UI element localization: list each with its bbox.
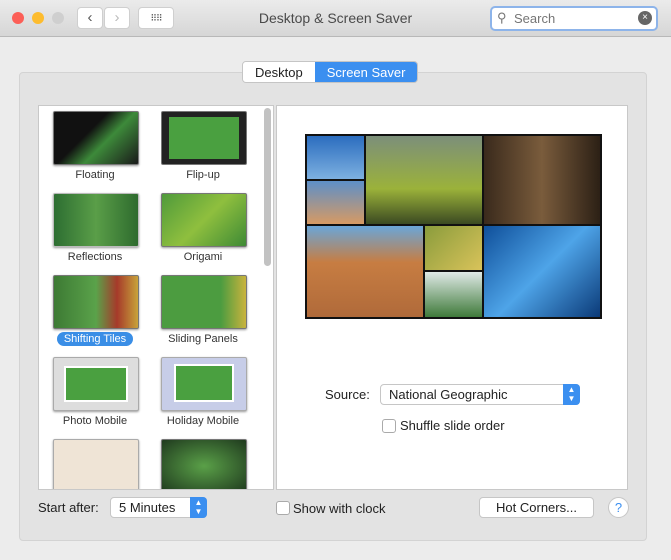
tab-screen-saver[interactable]: Screen Saver [314,62,418,82]
source-popup[interactable]: National Geographic ▲ ▼ [380,384,580,405]
show-clock-label: Show with clock [293,501,386,516]
saver-origami[interactable]: Origami [149,189,257,267]
help-button[interactable]: ? [608,497,629,518]
updown-arrows-icon: ▲ ▼ [563,384,580,405]
tab-desktop[interactable]: Desktop [243,62,315,82]
saver-shifting-tiles[interactable]: Shifting Tiles [41,271,149,349]
saver-item-9[interactable] [41,435,149,489]
saver-reflections[interactable]: Reflections [41,189,149,267]
saver-holiday-mobile[interactable]: Holiday Mobile [149,353,257,431]
saver-sliding-panels[interactable]: Sliding Panels [149,271,257,349]
shuffle-checkbox[interactable] [382,419,396,433]
preview-image [305,134,602,319]
source-label: Source: [325,387,370,402]
start-after-label: Start after: [38,500,99,515]
show-clock-checkbox[interactable] [276,501,290,515]
hot-corners-button[interactable]: Hot Corners... [479,497,594,518]
saver-floating[interactable]: Floating [41,107,149,185]
title-bar: ‹ › ⠿⠿ Desktop & Screen Saver ⚲ × [0,0,671,37]
search-icon: ⚲ [497,10,507,25]
clear-icon[interactable]: × [638,11,652,25]
tab-bar: Desktop Screen Saver [242,61,419,83]
selected-label: Shifting Tiles [56,332,134,346]
search-input[interactable] [514,11,634,26]
screen-saver-list: Floating Flip-up Reflections Origami Shi… [38,105,274,490]
list-scrollbar[interactable] [264,108,271,266]
saver-flip-up[interactable]: Flip-up [149,107,257,185]
start-after-popup[interactable]: 5 Minutes ▲ ▼ [110,497,207,518]
search-field[interactable]: ⚲ × [490,6,658,31]
preview-pane: Source: National Geographic ▲ ▼ Shuffle s… [276,105,628,490]
shuffle-label: Shuffle slide order [400,418,505,433]
updown-arrows-icon: ▲ ▼ [190,497,207,518]
saver-item-10[interactable] [149,435,257,489]
saver-photo-mobile[interactable]: Photo Mobile [41,353,149,431]
